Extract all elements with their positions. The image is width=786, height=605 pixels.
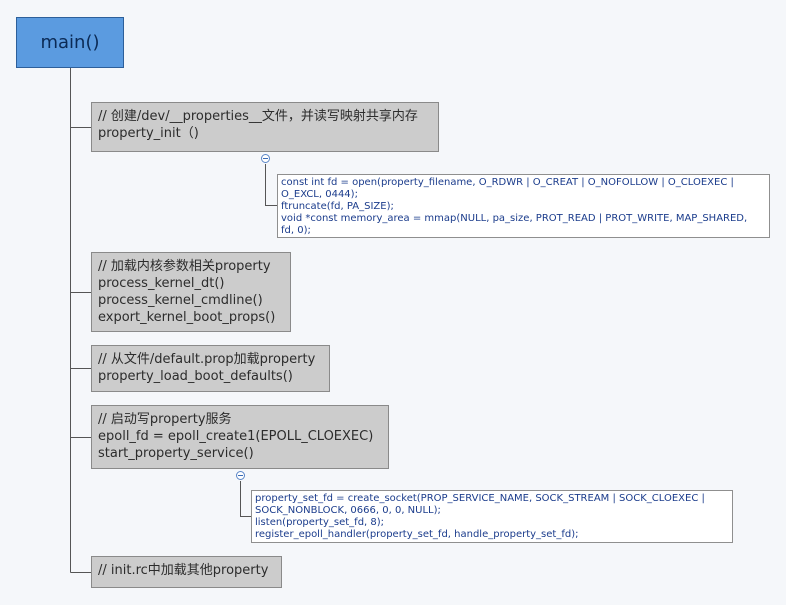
- detail-line: fd, 0);: [281, 225, 311, 236]
- node-code-line: process_kernel_cmdline(): [98, 293, 263, 308]
- node-property-service[interactable]: // 启动写property服务 epoll_fd = epoll_create…: [91, 405, 389, 469]
- node-init-rc[interactable]: // init.rc中加载其他property: [91, 556, 282, 588]
- node-comment: // 加载内核参数相关property: [98, 259, 271, 274]
- node-code-line: property_load_boot_defaults(): [98, 369, 293, 384]
- root-node-main[interactable]: main(): [16, 17, 124, 68]
- detail-property-service: property_set_fd = create_socket(PROP_SER…: [251, 490, 733, 543]
- node-code-line: export_kernel_boot_props(): [98, 310, 276, 325]
- detail-line: ftruncate(fd, PA_SIZE);: [281, 201, 394, 212]
- node-comment: // 创建/dev/__properties__文件，并读写映射共享内存: [98, 109, 418, 124]
- node-code-line: start_property_service(): [98, 446, 254, 461]
- node-load-defaults[interactable]: // 从文件/default.prop加载property property_l…: [91, 345, 330, 392]
- node-comment: // 从文件/default.prop加载property: [98, 352, 316, 367]
- detail-line: void *const memory_area = mmap(NULL, pa_…: [281, 213, 748, 224]
- detail-line: listen(property_set_fd, 8);: [255, 517, 385, 528]
- collapse-toggle-icon[interactable]: [261, 154, 270, 163]
- detail-property-init: const int fd = open(property_filename, O…: [277, 174, 770, 238]
- node-property-init[interactable]: // 创建/dev/__properties__文件，并读写映射共享内存 pro…: [91, 102, 439, 152]
- detail-line: O_EXCL, 0444);: [281, 189, 358, 200]
- node-comment: // init.rc中加载其他property: [98, 563, 269, 578]
- collapse-toggle-icon[interactable]: [236, 471, 245, 480]
- node-code-line: epoll_fd = epoll_create1(EPOLL_CLOEXEC): [98, 429, 374, 444]
- detail-line: const int fd = open(property_filename, O…: [281, 177, 734, 188]
- detail-line: property_set_fd = create_socket(PROP_SER…: [255, 493, 705, 504]
- root-label: main(): [40, 32, 100, 53]
- detail-link-2: [240, 481, 251, 517]
- node-comment: // 启动写property服务: [98, 412, 232, 427]
- detail-line: SOCK_NONBLOCK, 0666, 0, 0, NULL);: [255, 505, 441, 516]
- node-code-line: process_kernel_dt(): [98, 276, 225, 291]
- detail-line: register_epoll_handler(property_set_fd, …: [255, 529, 579, 540]
- node-code-line: property_init（): [98, 126, 199, 141]
- detail-link-1: [265, 164, 277, 206]
- node-kernel-props[interactable]: // 加载内核参数相关property process_kernel_dt() …: [91, 252, 291, 332]
